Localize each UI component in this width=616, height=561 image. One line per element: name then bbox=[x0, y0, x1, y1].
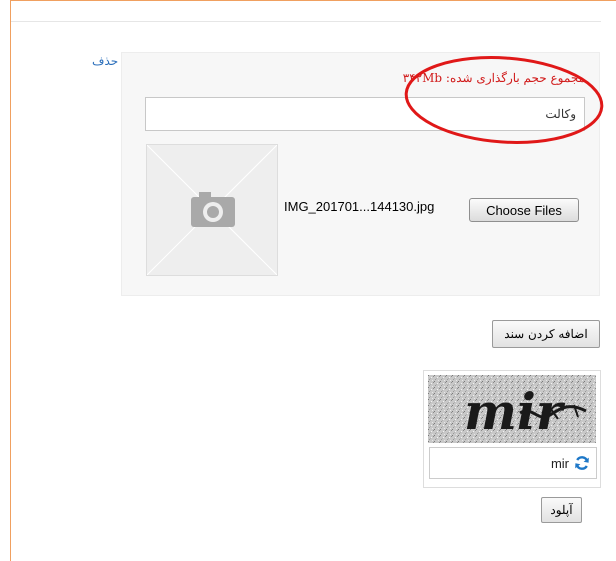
captcha-input[interactable]: mir bbox=[429, 447, 597, 479]
top-strip bbox=[11, 1, 601, 22]
selected-file-name: IMG_201701...144130.jpg bbox=[284, 199, 435, 214]
document-panel: مجموع حجم بارگذاری شده: ۳۴۲Mb IMG_201701… bbox=[121, 52, 600, 296]
delete-document-link[interactable]: حذف bbox=[92, 54, 118, 68]
total-upload-size: مجموع حجم بارگذاری شده: ۳۴۲Mb bbox=[402, 71, 585, 85]
upload-button[interactable]: آپلود bbox=[541, 497, 582, 523]
refresh-icon[interactable] bbox=[574, 455, 590, 471]
add-document-button[interactable]: اضافه کردن سند bbox=[492, 320, 600, 348]
choose-files-button[interactable]: Choose Files bbox=[469, 198, 579, 222]
captcha-text: mir bbox=[464, 382, 566, 441]
captcha-input-value: mir bbox=[550, 455, 569, 471]
document-title-input[interactable] bbox=[145, 97, 585, 131]
captcha-image: mir bbox=[428, 375, 596, 443]
camera-icon bbox=[147, 145, 277, 275]
captcha-box: mir mir bbox=[423, 370, 601, 488]
document-thumbnail bbox=[146, 144, 278, 276]
